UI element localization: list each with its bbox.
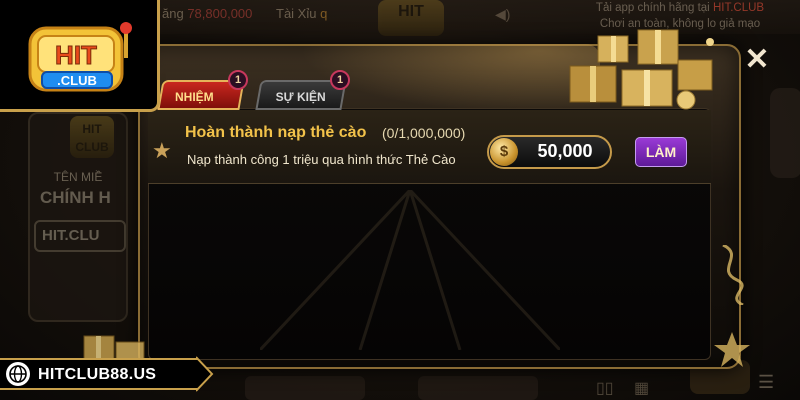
- lobby-bottom-tab[interactable]: [418, 376, 538, 400]
- promo-line1-prefix: Tải app chính hãng tại: [595, 2, 710, 14]
- gift-boxes-decoration: [569, 29, 714, 110]
- domain-text: HITCLUB88.US: [38, 366, 157, 383]
- slot-machine-logo-icon: HIT .CLUB: [28, 22, 132, 92]
- speaker-icon[interactable]: ◀): [495, 6, 510, 23]
- star-trophy-decoration: [714, 332, 750, 367]
- app-screen: ăng 78,800,000 Tài Xỉu q HIT ◀) Tải app …: [0, 0, 800, 400]
- tab-badge: 1: [330, 70, 350, 90]
- lobby-center-logo: HIT: [378, 0, 444, 36]
- jackpot-value: 78,800,000: [187, 6, 253, 21]
- taixiu-label: Tài Xỉu: [276, 6, 317, 21]
- task-progress: (0/1,000,000): [382, 125, 466, 141]
- close-button[interactable]: ✕: [741, 44, 773, 76]
- star-icon: ★: [152, 138, 172, 163]
- task-description: Nạp thành công 1 triệu qua hình thức Thẻ…: [187, 152, 456, 167]
- calendar-icon[interactable]: ▦: [634, 378, 649, 398]
- reward-amount: 50,000: [537, 141, 593, 161]
- task-row: [148, 110, 711, 184]
- lobby-bottom-tab[interactable]: [245, 376, 365, 400]
- lobby-domain-button[interactable]: HIT.CLU: [34, 220, 126, 252]
- ribbon-decoration: [722, 245, 744, 305]
- banner-arrow-icon: [196, 356, 214, 392]
- logo-sub: .CLUB: [57, 73, 97, 88]
- background-rays-decoration: [260, 190, 560, 350]
- taixiu-suffix: q: [320, 6, 328, 21]
- lobby-mini-logo: HIT CLUB: [70, 116, 114, 158]
- globe-icon: [6, 362, 30, 386]
- lobby-side-button[interactable]: [770, 88, 800, 178]
- lobby-panel-subtitle: CHÍNH H: [40, 188, 111, 207]
- promo-brand: HIT.CLUB: [712, 2, 765, 14]
- tab-label: SỰ KIỆN: [275, 90, 326, 104]
- menu-icon[interactable]: ☰: [758, 372, 774, 393]
- lobby-jackpot: ăng 78,800,000: [162, 6, 252, 21]
- coin-icon: $: [490, 138, 518, 166]
- tab-badge: 1: [228, 70, 248, 90]
- lobby-panel-title: TÊN MIỀ: [53, 170, 103, 184]
- jackpot-label: ăng: [162, 6, 184, 21]
- logo-brand: HIT: [55, 40, 97, 70]
- do-task-button[interactable]: LÀM: [635, 137, 687, 167]
- task-title: Hoàn thành nạp thẻ cào: [185, 124, 367, 141]
- grid-icon[interactable]: ▯▯: [596, 378, 614, 398]
- lobby-taixiu[interactable]: Tài Xỉu q: [276, 6, 327, 21]
